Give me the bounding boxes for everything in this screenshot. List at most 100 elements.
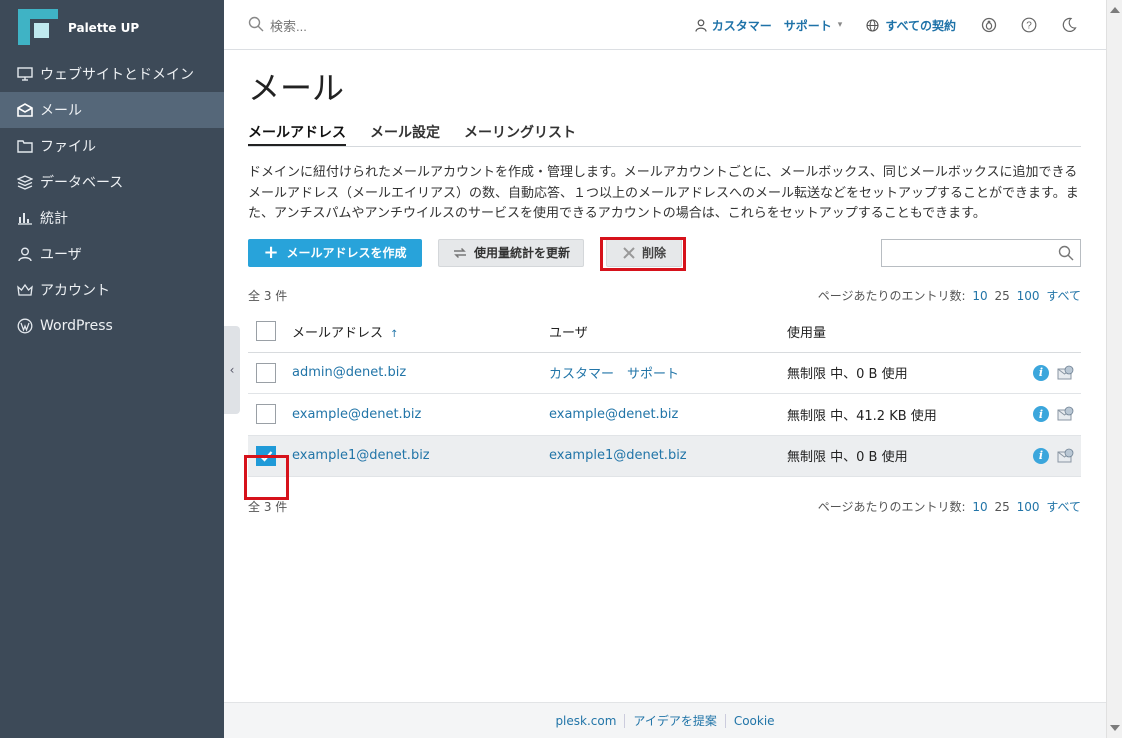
sidebar-item-files[interactable]: ファイル bbox=[0, 128, 224, 164]
per-page-selector: ページあたりのエントリ数: 10 25 100 すべて bbox=[818, 498, 1081, 514]
mail-settings-icon[interactable] bbox=[1057, 406, 1075, 422]
info-icon[interactable]: i bbox=[1033, 364, 1049, 381]
sidebar-item-wordpress[interactable]: WordPress bbox=[0, 308, 224, 344]
main-content: メール メールアドレス メール設定 メーリングリスト ドメインに紐付けられたメー… bbox=[248, 50, 1081, 514]
search-icon bbox=[248, 16, 264, 36]
footer-link-cookie[interactable]: Cookie bbox=[734, 714, 775, 728]
tab-email-addresses[interactable]: メールアドレス bbox=[248, 122, 346, 146]
folder-icon bbox=[16, 137, 34, 155]
scroll-down-icon[interactable] bbox=[1110, 725, 1120, 731]
sidebar-item-label: アカウント bbox=[40, 283, 110, 299]
usage-value: 無制限 中、0 B 使用 bbox=[787, 450, 908, 466]
user-link[interactable]: カスタマー サポート bbox=[549, 367, 679, 382]
brand[interactable]: Palette UP bbox=[0, 0, 224, 56]
sidebar-collapse-handle[interactable]: ‹ bbox=[224, 326, 240, 414]
row-checkbox[interactable] bbox=[256, 404, 276, 425]
dark-mode-icon[interactable] bbox=[1060, 16, 1078, 34]
info-icon[interactable]: i bbox=[1033, 447, 1049, 464]
list-search[interactable] bbox=[881, 238, 1081, 267]
sidebar-item-label: WordPress bbox=[40, 318, 113, 334]
subscriptions-label: すべての契約 bbox=[885, 18, 956, 33]
table-header: メールアドレス ↑ ユーザ 使用量 bbox=[248, 311, 1081, 353]
bug-report-icon[interactable] bbox=[980, 16, 998, 34]
sidebar-item-users[interactable]: ユーザ bbox=[0, 236, 224, 272]
sidebar-item-label: ウェブサイトとドメイン bbox=[40, 67, 194, 83]
monitor-icon bbox=[16, 65, 34, 83]
user-menu[interactable]: カスタマー サポート ▾ bbox=[695, 17, 843, 34]
user-link[interactable]: example@denet.biz bbox=[549, 407, 678, 422]
sidebar-item-mail[interactable]: メール bbox=[0, 92, 224, 128]
search-input[interactable] bbox=[270, 18, 470, 34]
per-page-100[interactable]: 100 bbox=[1017, 500, 1040, 514]
search-icon[interactable] bbox=[1058, 245, 1074, 265]
sidebar-item-label: 統計 bbox=[40, 211, 68, 227]
email-link[interactable]: example@denet.biz bbox=[292, 407, 421, 422]
column-header-usage: 使用量 bbox=[787, 325, 827, 341]
footer-link-suggest-idea[interactable]: アイデアを提案 bbox=[633, 712, 716, 729]
plus-icon: + bbox=[263, 241, 279, 263]
per-page-100[interactable]: 100 bbox=[1017, 289, 1040, 303]
sidebar-item-label: ファイル bbox=[40, 139, 96, 155]
info-icon[interactable]: i bbox=[1033, 406, 1049, 423]
scrollbar[interactable] bbox=[1106, 0, 1122, 738]
globe-icon bbox=[866, 18, 879, 32]
column-header-email[interactable]: メールアドレス ↑ bbox=[292, 322, 549, 341]
create-email-label: メールアドレスを作成 bbox=[286, 246, 407, 260]
user-link[interactable]: example1@denet.biz bbox=[549, 448, 687, 463]
brand-name: Palette UP bbox=[68, 21, 140, 35]
total-count: 全 3 件 bbox=[248, 500, 288, 514]
tab-mailing-lists[interactable]: メーリングリスト bbox=[464, 122, 576, 146]
per-page-10[interactable]: 10 bbox=[972, 289, 987, 303]
sidebar-item-label: ユーザ bbox=[40, 247, 82, 263]
chevron-left-icon: ‹ bbox=[229, 363, 235, 377]
refresh-usage-button[interactable]: 使用量統計を更新 bbox=[438, 238, 584, 267]
footer-link-plesk[interactable]: plesk.com bbox=[555, 714, 616, 728]
sidebar-item-statistics[interactable]: 統計 bbox=[0, 200, 224, 236]
usage-value: 無制限 中、0 B 使用 bbox=[787, 367, 908, 383]
toolbar: + メールアドレスを作成 使用量統計を更新 削除 bbox=[248, 236, 1081, 271]
per-page-label: ページあたりのエントリ数: bbox=[817, 288, 966, 303]
refresh-usage-label: 使用量統計を更新 bbox=[473, 246, 570, 260]
table-row: admin@denet.biz カスタマー サポート 無制限 中、0 B 使用 … bbox=[248, 352, 1081, 394]
email-table: メールアドレス ↑ ユーザ 使用量 admin@denet.biz カスタマー … bbox=[248, 311, 1081, 477]
per-page-selector: ページあたりのエントリ数: 10 25 100 すべて bbox=[818, 287, 1081, 303]
chevron-down-icon: ▾ bbox=[837, 20, 843, 30]
email-link[interactable]: admin@denet.biz bbox=[292, 365, 406, 380]
subscriptions-menu[interactable]: すべての契約 bbox=[866, 17, 956, 34]
list-meta-bottom: 全 3 件 ページあたりのエントリ数: 10 25 100 すべて bbox=[248, 498, 1081, 514]
usage-value: 無制限 中、41.2 KB 使用 bbox=[787, 408, 937, 424]
per-page-all[interactable]: すべて bbox=[1046, 500, 1081, 514]
tab-bar: メールアドレス メール設定 メーリングリスト bbox=[248, 122, 1081, 147]
per-page-10[interactable]: 10 bbox=[972, 500, 987, 514]
mail-settings-icon[interactable] bbox=[1057, 365, 1075, 381]
help-icon[interactable]: ? bbox=[1020, 16, 1038, 34]
global-search[interactable] bbox=[248, 16, 470, 36]
sidebar-item-label: メール bbox=[40, 103, 82, 119]
sidebar-item-account[interactable]: アカウント bbox=[0, 272, 224, 308]
column-header-user: ユーザ bbox=[549, 325, 588, 341]
tab-mail-settings[interactable]: メール設定 bbox=[370, 122, 440, 146]
per-page-25[interactable]: 25 bbox=[994, 500, 1009, 514]
email-link[interactable]: example1@denet.biz bbox=[292, 448, 430, 463]
page-description: ドメインに紐付けられたメールアカウントを作成・管理します。メールアカウントごとに… bbox=[248, 165, 1079, 221]
envelope-icon bbox=[16, 101, 34, 119]
list-meta-top: 全 3 件 ページあたりのエントリ数: 10 25 100 すべて bbox=[248, 287, 1081, 303]
scroll-up-icon[interactable] bbox=[1110, 7, 1120, 13]
mail-settings-icon[interactable] bbox=[1057, 448, 1075, 464]
sort-asc-icon: ↑ bbox=[390, 328, 399, 340]
row-checkbox[interactable] bbox=[256, 362, 276, 383]
topbar: カスタマー サポート ▾ すべての契約 ? bbox=[224, 0, 1106, 50]
list-search-input[interactable] bbox=[882, 239, 1052, 266]
crown-icon bbox=[16, 281, 34, 299]
table-row: example1@denet.biz example1@denet.biz 無制… bbox=[248, 435, 1081, 477]
create-email-button[interactable]: + メールアドレスを作成 bbox=[248, 238, 422, 267]
footer: plesk.com アイデアを提案 Cookie bbox=[224, 702, 1106, 738]
per-page-all[interactable]: すべて bbox=[1046, 289, 1081, 303]
per-page-25[interactable]: 25 bbox=[994, 289, 1009, 303]
table-row: example@denet.biz example@denet.biz 無制限 … bbox=[248, 394, 1081, 436]
sidebar-item-databases[interactable]: データベース bbox=[0, 164, 224, 200]
bar-chart-icon bbox=[16, 209, 34, 227]
palette-logo-icon bbox=[18, 9, 58, 47]
sidebar-item-websites[interactable]: ウェブサイトとドメイン bbox=[0, 56, 224, 92]
select-all-checkbox[interactable] bbox=[256, 321, 276, 341]
